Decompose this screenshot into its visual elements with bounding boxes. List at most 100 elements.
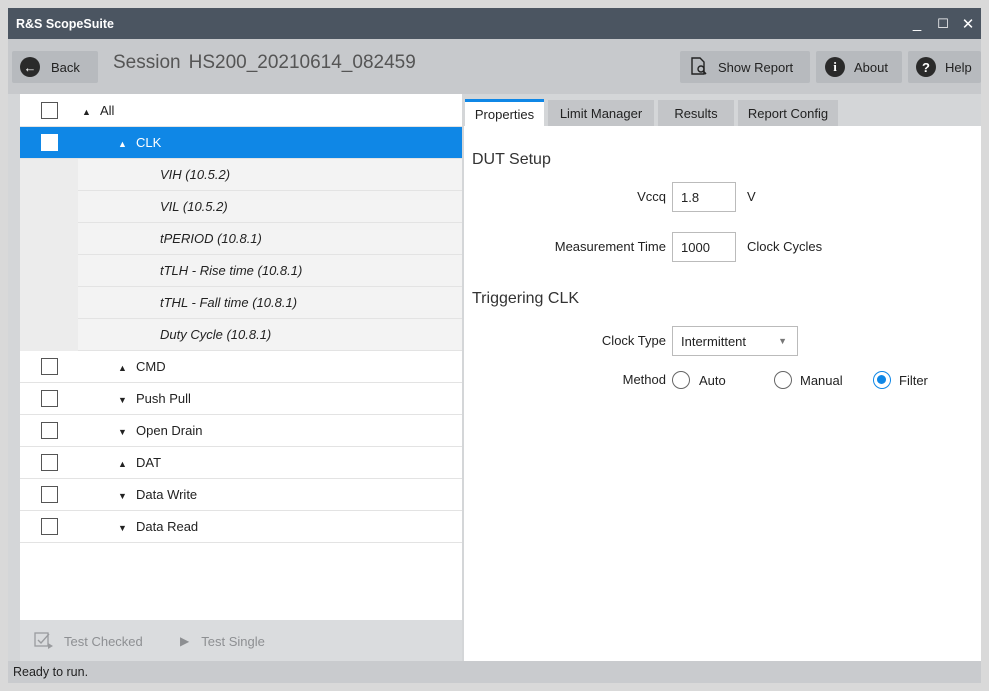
app-window: R&S ScopeSuite _ ☐ ✕ ← Back Show Report … (8, 8, 981, 683)
tab-results[interactable]: Results (658, 100, 734, 126)
tree-checkbox-cell (20, 190, 78, 223)
about-label: About (854, 59, 888, 75)
vccq-input[interactable]: 1.8 (672, 182, 736, 212)
play-icon: ▶ (180, 634, 190, 648)
tree-item-text: Duty Cycle (10.8.1) (160, 327, 272, 342)
status-bar: Ready to run. (8, 661, 981, 683)
expand-arrow-icon[interactable]: ▼ (118, 427, 132, 437)
tree-checkbox-cell (20, 351, 78, 383)
tree-checkbox[interactable] (40, 390, 58, 407)
triggering-heading: Triggering CLK (472, 290, 580, 307)
tab-properties[interactable]: Properties (465, 99, 544, 126)
tree-checkbox-cell (20, 415, 78, 447)
tab-bar: Properties Limit Manager Results Report … (464, 94, 981, 126)
maximize-icon[interactable]: ☐ (930, 8, 956, 39)
collapse-arrow-icon[interactable]: ▲ (118, 363, 132, 373)
test-tree-panel: ▲ All ▲ CLK VIH (10.5.2) VIL (10.5.2) tPERIOD … (20, 94, 462, 620)
expand-arrow-icon[interactable]: ▼ (118, 395, 132, 405)
dut-setup-heading: DUT Setup (472, 151, 551, 168)
tree-item-label: tPERIOD (10.8.1) (160, 231, 262, 246)
tree-checkbox[interactable] (40, 486, 58, 503)
tree-item[interactable]: tPERIOD (10.8.1) (20, 222, 462, 255)
collapse-arrow-icon[interactable]: ▲ (82, 107, 96, 117)
tree-item[interactable]: VIH (10.5.2) (20, 158, 462, 191)
tree-item[interactable]: tTHL - Fall time (10.8.1) (20, 286, 462, 319)
status-text: Ready to run. (13, 665, 89, 679)
tree-item-text: tPERIOD (10.8.1) (160, 231, 262, 246)
tree-checkbox[interactable] (40, 454, 58, 471)
back-button[interactable]: ← Back (12, 51, 98, 83)
tree-item[interactable]: ▼ Open Drain (20, 415, 462, 447)
clock-type-select[interactable]: Intermittent ▼ (672, 326, 798, 356)
tree-item[interactable]: ▼ Data Write (20, 479, 462, 511)
properties-content: DUT Setup Vccq 1.8 V Measurement Time 10… (464, 126, 981, 661)
test-single-label: Test Single (201, 633, 265, 649)
collapse-arrow-icon[interactable]: ▲ (118, 459, 132, 469)
help-icon: ? (916, 57, 936, 77)
tab-report-config[interactable]: Report Config (738, 100, 838, 126)
tree-item-label: ▼ Push Pull (118, 391, 191, 406)
test-checked-label: Test Checked (64, 633, 143, 649)
tree-checkbox-cell (20, 158, 78, 191)
tree-item-text: Data Write (136, 487, 198, 502)
tree-item-text: CMD (136, 359, 166, 374)
test-checked-button[interactable]: Test Checked (34, 627, 143, 655)
tree-item[interactable]: tTLH - Rise time (10.8.1) (20, 254, 462, 287)
tree-item-label: ▼ Open Drain (118, 423, 202, 438)
tree-item-text: VIL (10.5.2) (160, 199, 228, 214)
tab-limit-manager[interactable]: Limit Manager (548, 100, 654, 126)
tree-item[interactable]: VIL (10.5.2) (20, 190, 462, 223)
tree-checkbox-cell (20, 318, 78, 351)
back-label: Back (51, 59, 80, 75)
tree-checkbox[interactable] (40, 358, 58, 375)
method-auto-radio[interactable] (672, 371, 690, 389)
tree-item-label: ▼ Data Read (118, 519, 198, 534)
close-icon[interactable]: ✕ (955, 8, 981, 39)
tree-item-label: ▲ All (82, 103, 114, 118)
tree-item-text: Data Read (136, 519, 199, 534)
tree-item-text: VIH (10.5.2) (160, 167, 231, 182)
expand-arrow-icon[interactable]: ▼ (118, 491, 132, 501)
method-filter-radio[interactable] (873, 371, 891, 389)
clock-type-label: Clock Type (601, 333, 666, 348)
tree-item-label: VIL (10.5.2) (160, 199, 228, 214)
tree-checkbox[interactable] (40, 102, 58, 119)
collapse-arrow-icon[interactable]: ▲ (118, 139, 132, 149)
about-button[interactable]: i About (816, 51, 902, 83)
tree-item[interactable]: ▲ CLK (20, 127, 462, 159)
help-button[interactable]: ? Help (908, 51, 981, 83)
tree-item-text: tTLH - Rise time (10.8.1) (160, 263, 303, 278)
expand-arrow-icon[interactable]: ▼ (118, 523, 132, 533)
tree-checkbox-cell (20, 254, 78, 287)
tree-item[interactable]: ▼ Push Pull (20, 383, 462, 415)
tree-item[interactable]: Duty Cycle (10.8.1) (20, 318, 462, 351)
measurement-time-label: Measurement Time (554, 239, 666, 254)
session-title: Session HS200_20210614_082459 (113, 52, 424, 74)
show-report-button[interactable]: Show Report (680, 51, 810, 83)
minimize-icon[interactable]: _ (904, 8, 930, 39)
tree-checkbox[interactable] (40, 134, 58, 151)
title-bar: R&S ScopeSuite _ ☐ ✕ (8, 8, 981, 39)
test-single-button[interactable]: ▶ Test Single (180, 627, 265, 655)
tree-item[interactable]: ▼ Data Read (20, 511, 462, 543)
vccq-label: Vccq (637, 189, 666, 204)
test-checked-icon (34, 631, 54, 652)
tree-checkbox-cell (20, 286, 78, 319)
measurement-time-input[interactable]: 1000 (672, 232, 736, 262)
tree-item-label: ▲ CLK (118, 135, 161, 150)
method-label: Method (622, 372, 666, 387)
tree-checkbox-cell (20, 383, 78, 415)
tree-item[interactable]: ▲ All (20, 95, 462, 127)
method-manual-radio[interactable] (774, 371, 792, 389)
vccq-unit: V (747, 189, 756, 204)
tree-checkbox[interactable] (40, 422, 58, 439)
method-filter-label: Filter (899, 373, 928, 388)
tree-item-label: tTHL - Fall time (10.8.1) (160, 295, 297, 310)
method-auto-label: Auto (699, 373, 726, 388)
app-title: R&S ScopeSuite (16, 16, 114, 31)
tree-item[interactable]: ▲ CMD (20, 351, 462, 383)
tree-checkbox-cell (20, 127, 78, 159)
measurement-time-unit: Clock Cycles (747, 239, 823, 254)
tree-checkbox[interactable] (40, 518, 58, 535)
tree-item[interactable]: ▲ DAT (20, 447, 462, 479)
